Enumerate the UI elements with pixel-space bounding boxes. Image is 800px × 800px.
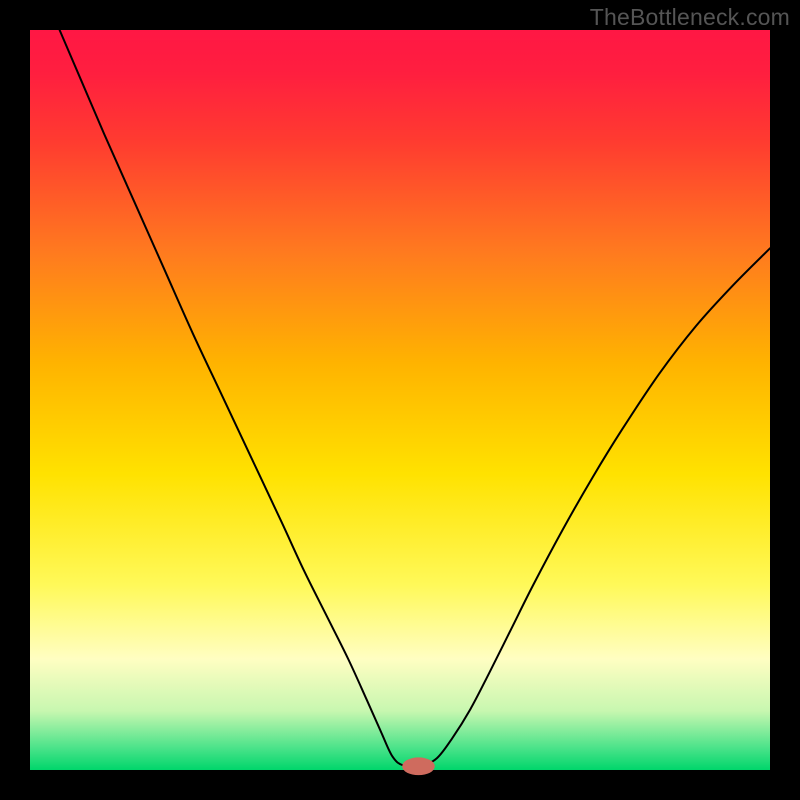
optimal-marker	[402, 757, 435, 775]
bottleneck-chart	[0, 0, 800, 800]
chart-gradient-bg	[30, 30, 770, 770]
chart-container: TheBottleneck.com	[0, 0, 800, 800]
watermark-text: TheBottleneck.com	[590, 4, 790, 31]
